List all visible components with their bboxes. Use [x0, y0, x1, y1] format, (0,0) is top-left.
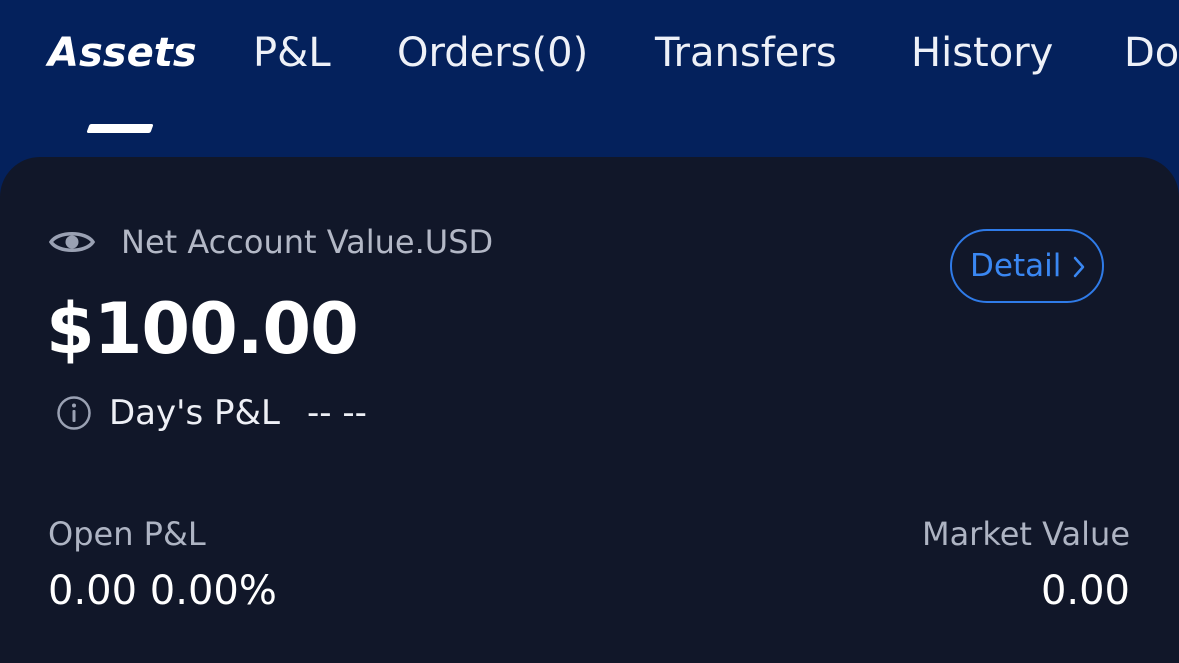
detail-button-label: Detail	[970, 248, 1062, 284]
open-pl-value: 0.00 0.00%	[48, 568, 277, 614]
net-account-value: $100.00	[46, 288, 359, 370]
tab-assets[interactable]: Assets	[48, 26, 197, 80]
tab-pl[interactable]: P&L	[253, 26, 331, 80]
tab-transfers[interactable]: Transfers	[655, 26, 837, 80]
active-tab-indicator	[86, 124, 154, 133]
chevron-right-icon	[1073, 256, 1085, 278]
market-value-value: 0.00	[1040, 568, 1130, 614]
tab-orders[interactable]: Orders(0)	[397, 26, 588, 80]
open-pl-label: Open P&L	[48, 515, 206, 553]
tab-bar: Assets P&L Orders(0) Transfers History D…	[0, 0, 1179, 160]
detail-button[interactable]: Detail	[950, 229, 1104, 303]
tab-history[interactable]: History	[911, 26, 1053, 80]
tab-documents[interactable]: Do	[1124, 26, 1179, 80]
page: Assets P&L Orders(0) Transfers History D…	[0, 0, 1179, 663]
net-account-value-label: Net Account Value.USD	[121, 223, 494, 261]
eye-icon[interactable]	[48, 226, 96, 258]
days-pl-label: Day's P&L	[109, 393, 280, 433]
days-pl-value: -- --	[307, 393, 367, 433]
info-icon[interactable]	[56, 395, 92, 431]
market-value-label: Market Value	[921, 515, 1130, 553]
